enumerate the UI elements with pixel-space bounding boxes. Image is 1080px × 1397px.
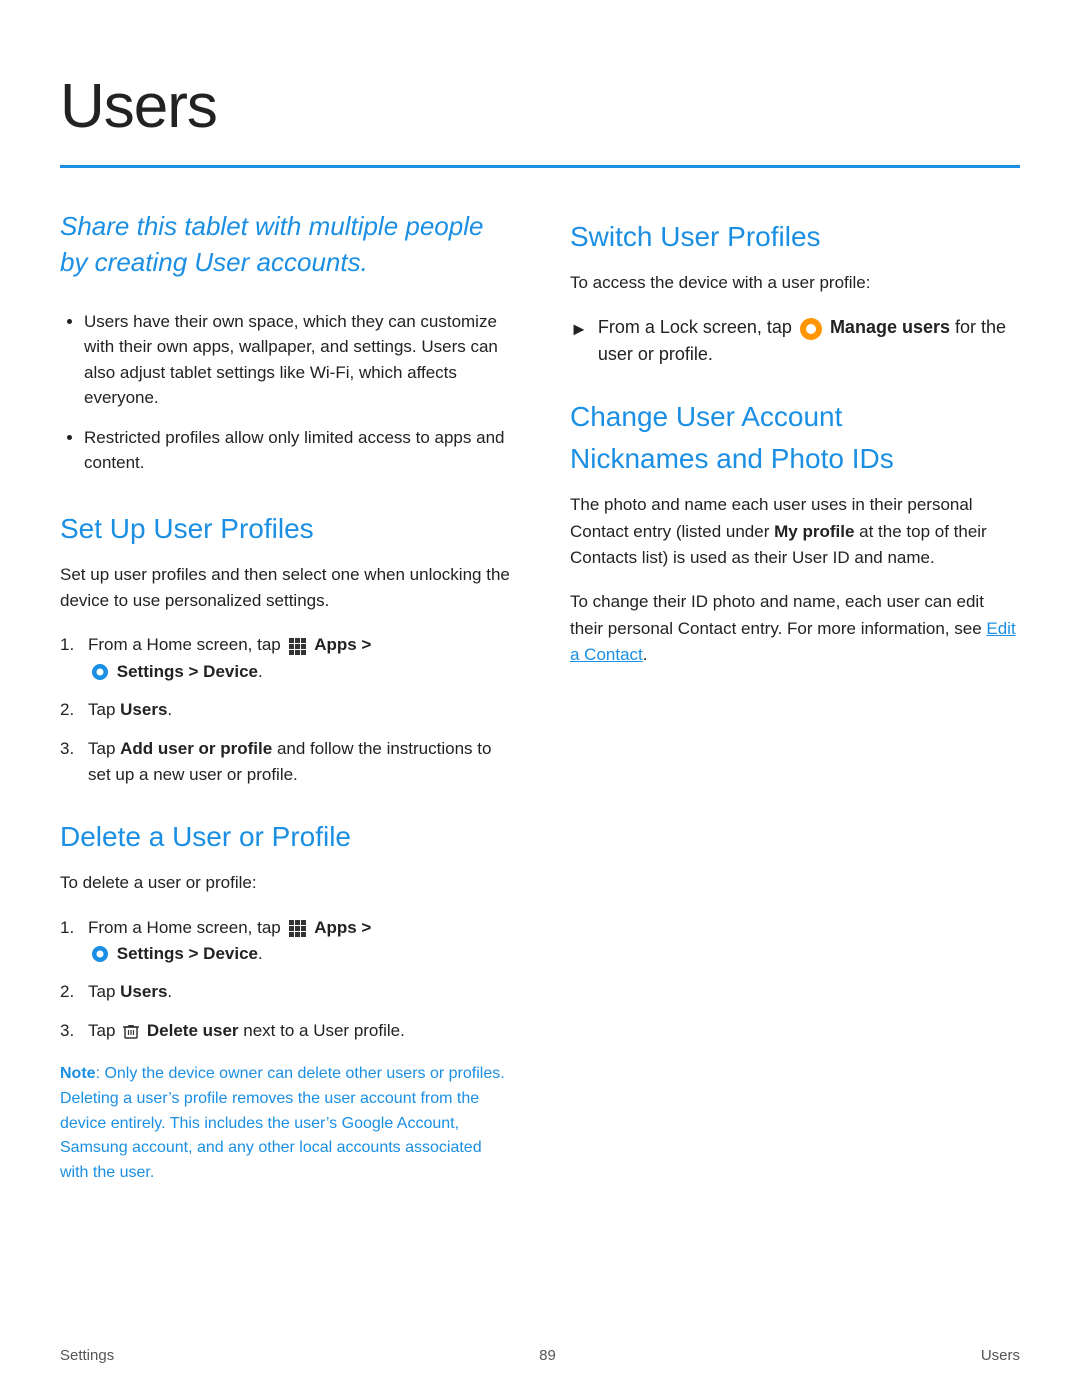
delete-steps: 1. From a Home screen, tap [60, 915, 510, 1044]
change-heading-line1: Change User Account [570, 401, 842, 432]
setup-steps: 1. From a Home screen, tap [60, 632, 510, 788]
step-number: 3. [60, 736, 74, 762]
note-text: Note: Only the device owner can delete o… [60, 1062, 510, 1186]
manage-users-label: Manage users [830, 317, 950, 337]
setup-body: Set up user profiles and then select one… [60, 562, 510, 615]
two-column-layout: Share this tablet with multiple people b… [60, 208, 1020, 1214]
change-section: Change User Account Nicknames and Photo … [570, 396, 1020, 668]
step-number: 2. [60, 979, 74, 1005]
intro-text: Share this tablet with multiple people b… [60, 208, 510, 281]
list-item: Restricted profiles allow only limited a… [84, 425, 510, 476]
note-section: Note: Only the device owner can delete o… [60, 1062, 510, 1186]
step-number: 2. [60, 697, 74, 723]
setup-section: Set Up User Profiles Set up user profile… [60, 508, 510, 788]
delete-user-label: Delete user [147, 1021, 239, 1040]
switch-body: To access the device with a user profile… [570, 270, 1020, 296]
apps-label: Apps > [314, 635, 371, 654]
change-para1: The photo and name each user uses in the… [570, 492, 1020, 571]
footer-right: Users [981, 1345, 1020, 1368]
right-column: Switch User Profiles To access the devic… [570, 208, 1020, 1214]
delete-body: To delete a user or profile: [60, 870, 510, 896]
arrow-right-icon: ► [570, 316, 588, 343]
intro-bullet-list: Users have their own space, which they c… [60, 309, 510, 476]
users-label-2: Users [120, 982, 167, 1001]
change-para2: To change their ID photo and name, each … [570, 589, 1020, 668]
page-title: Users [60, 60, 1020, 153]
list-item: Users have their own space, which they c… [84, 309, 510, 411]
list-item: 3. Tap Delete user next to a User profil… [60, 1018, 510, 1044]
footer-left: Settings [60, 1345, 114, 1368]
apps-label-2: Apps > [314, 918, 371, 937]
edit-contact-link[interactable]: Edit a Contact [570, 619, 1016, 664]
apps-grid-icon-2 [287, 918, 307, 938]
settings-device-label-2: Settings > Device [117, 944, 258, 963]
page-container: Users Share this tablet with multiple pe… [0, 0, 1080, 1294]
step-number: 1. [60, 632, 74, 658]
list-item: 3. Tap Add user or profile and follow th… [60, 736, 510, 789]
switch-bullet-text: From a Lock screen, tap Manage users for… [598, 314, 1020, 368]
note-body: : Only the device owner can delete other… [60, 1065, 505, 1181]
page-footer: Settings 89 Users [60, 1345, 1020, 1368]
settings-device-label: Settings > Device [117, 662, 258, 681]
list-item: 2. Tap Users. [60, 979, 510, 1005]
footer-center: 89 [539, 1345, 556, 1368]
add-user-label: Add user or profile [120, 739, 272, 758]
list-item: 1. From a Home screen, tap [60, 915, 510, 968]
list-item: 2. Tap Users. [60, 697, 510, 723]
change-heading-line2: Nicknames and Photo IDs [570, 443, 894, 474]
step-number: 3. [60, 1018, 74, 1044]
switch-section: Switch User Profiles To access the devic… [570, 216, 1020, 368]
settings-gear-icon [90, 662, 110, 682]
switch-heading: Switch User Profiles [570, 216, 1020, 258]
title-divider [60, 165, 1020, 168]
my-profile-label: My profile [774, 522, 854, 541]
list-item: 1. From a Home screen, tap [60, 632, 510, 685]
note-label: Note [60, 1065, 96, 1082]
apps-grid-icon [287, 636, 307, 656]
change-heading: Change User Account Nicknames and Photo … [570, 396, 1020, 480]
delete-heading: Delete a User or Profile [60, 816, 510, 858]
step-number: 1. [60, 915, 74, 941]
users-label: Users [120, 700, 167, 719]
switch-bullet: ► From a Lock screen, tap Manage users f… [570, 314, 1020, 368]
left-column: Share this tablet with multiple people b… [60, 208, 510, 1214]
setup-heading: Set Up User Profiles [60, 508, 510, 550]
trash-icon [122, 1022, 140, 1040]
delete-section: Delete a User or Profile To delete a use… [60, 816, 510, 1186]
manage-users-icon [800, 318, 822, 340]
settings-gear-icon-2 [90, 944, 110, 964]
